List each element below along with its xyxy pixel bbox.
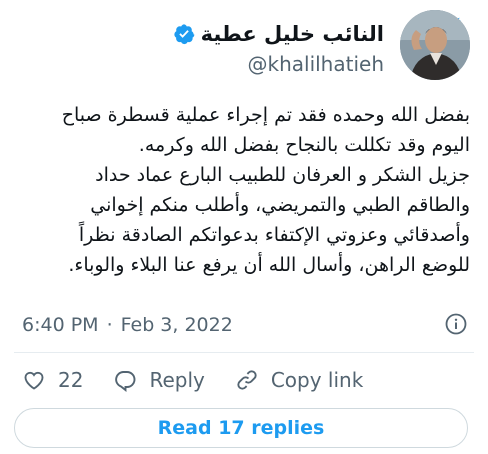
- reply-icon: [115, 371, 136, 392]
- tweet-text-line: اليوم وقد تكللت بالنجاح بفضل الله وكرمه.: [138, 134, 470, 156]
- tweet-text-line: بفضل الله وحمده فقد تم إجراء عملية قسطرة…: [61, 104, 470, 126]
- reply-button[interactable]: Reply: [113, 368, 205, 392]
- meta-separator: ·: [106, 314, 113, 336]
- author-handle[interactable]: @khalilhatieh: [96, 52, 385, 76]
- like-button[interactable]: 22: [22, 368, 83, 392]
- tweet-card: النائب خليل عطية @khalilhatieh بفضل الله…: [0, 0, 488, 454]
- author-display-name[interactable]: النائب خليل عطية: [201, 22, 384, 46]
- tweet-text-line: والطاقم الطبي والتمريضي، وأطلب منكم إخوا…: [90, 194, 470, 216]
- info-icon[interactable]: [444, 312, 468, 336]
- like-count: 22: [58, 368, 84, 392]
- tweet-text-line: وأصدقائي وعزوتي الإكتفاء بدعواتكم الصادق…: [78, 224, 470, 246]
- verified-badge-icon: [173, 24, 194, 45]
- tweet-time: 6:40 PM: [22, 314, 99, 336]
- copy-link-label: Copy link: [270, 368, 364, 392]
- tweet-timestamp[interactable]: 6:40 PM · Feb 3, 2022: [22, 310, 468, 340]
- avatar-photo-icon: [400, 10, 470, 80]
- tweet-text: بفضل الله وحمده فقد تم إجراء عملية قسطرة…: [22, 100, 470, 280]
- copy-link-button[interactable]: Copy link: [235, 368, 363, 392]
- heart-icon: [24, 371, 44, 390]
- read-replies-button[interactable]: Read 17 replies: [14, 408, 468, 448]
- tweet-date: Feb 3, 2022: [120, 314, 233, 336]
- tweet-actions: 22 Reply Copy link: [22, 362, 393, 398]
- divider: [14, 352, 474, 353]
- tweet-text-line: للوضع الراهن، وأسال الله أن يرفع عنا الب…: [68, 254, 470, 276]
- author-name-row: النائب خليل عطية: [173, 18, 384, 50]
- avatar[interactable]: [400, 10, 470, 80]
- link-icon: [237, 370, 257, 390]
- reply-label: Reply: [149, 368, 205, 392]
- tweet-text-line: جزيل الشكر و العرفان للطبيب البارع عماد …: [95, 164, 470, 186]
